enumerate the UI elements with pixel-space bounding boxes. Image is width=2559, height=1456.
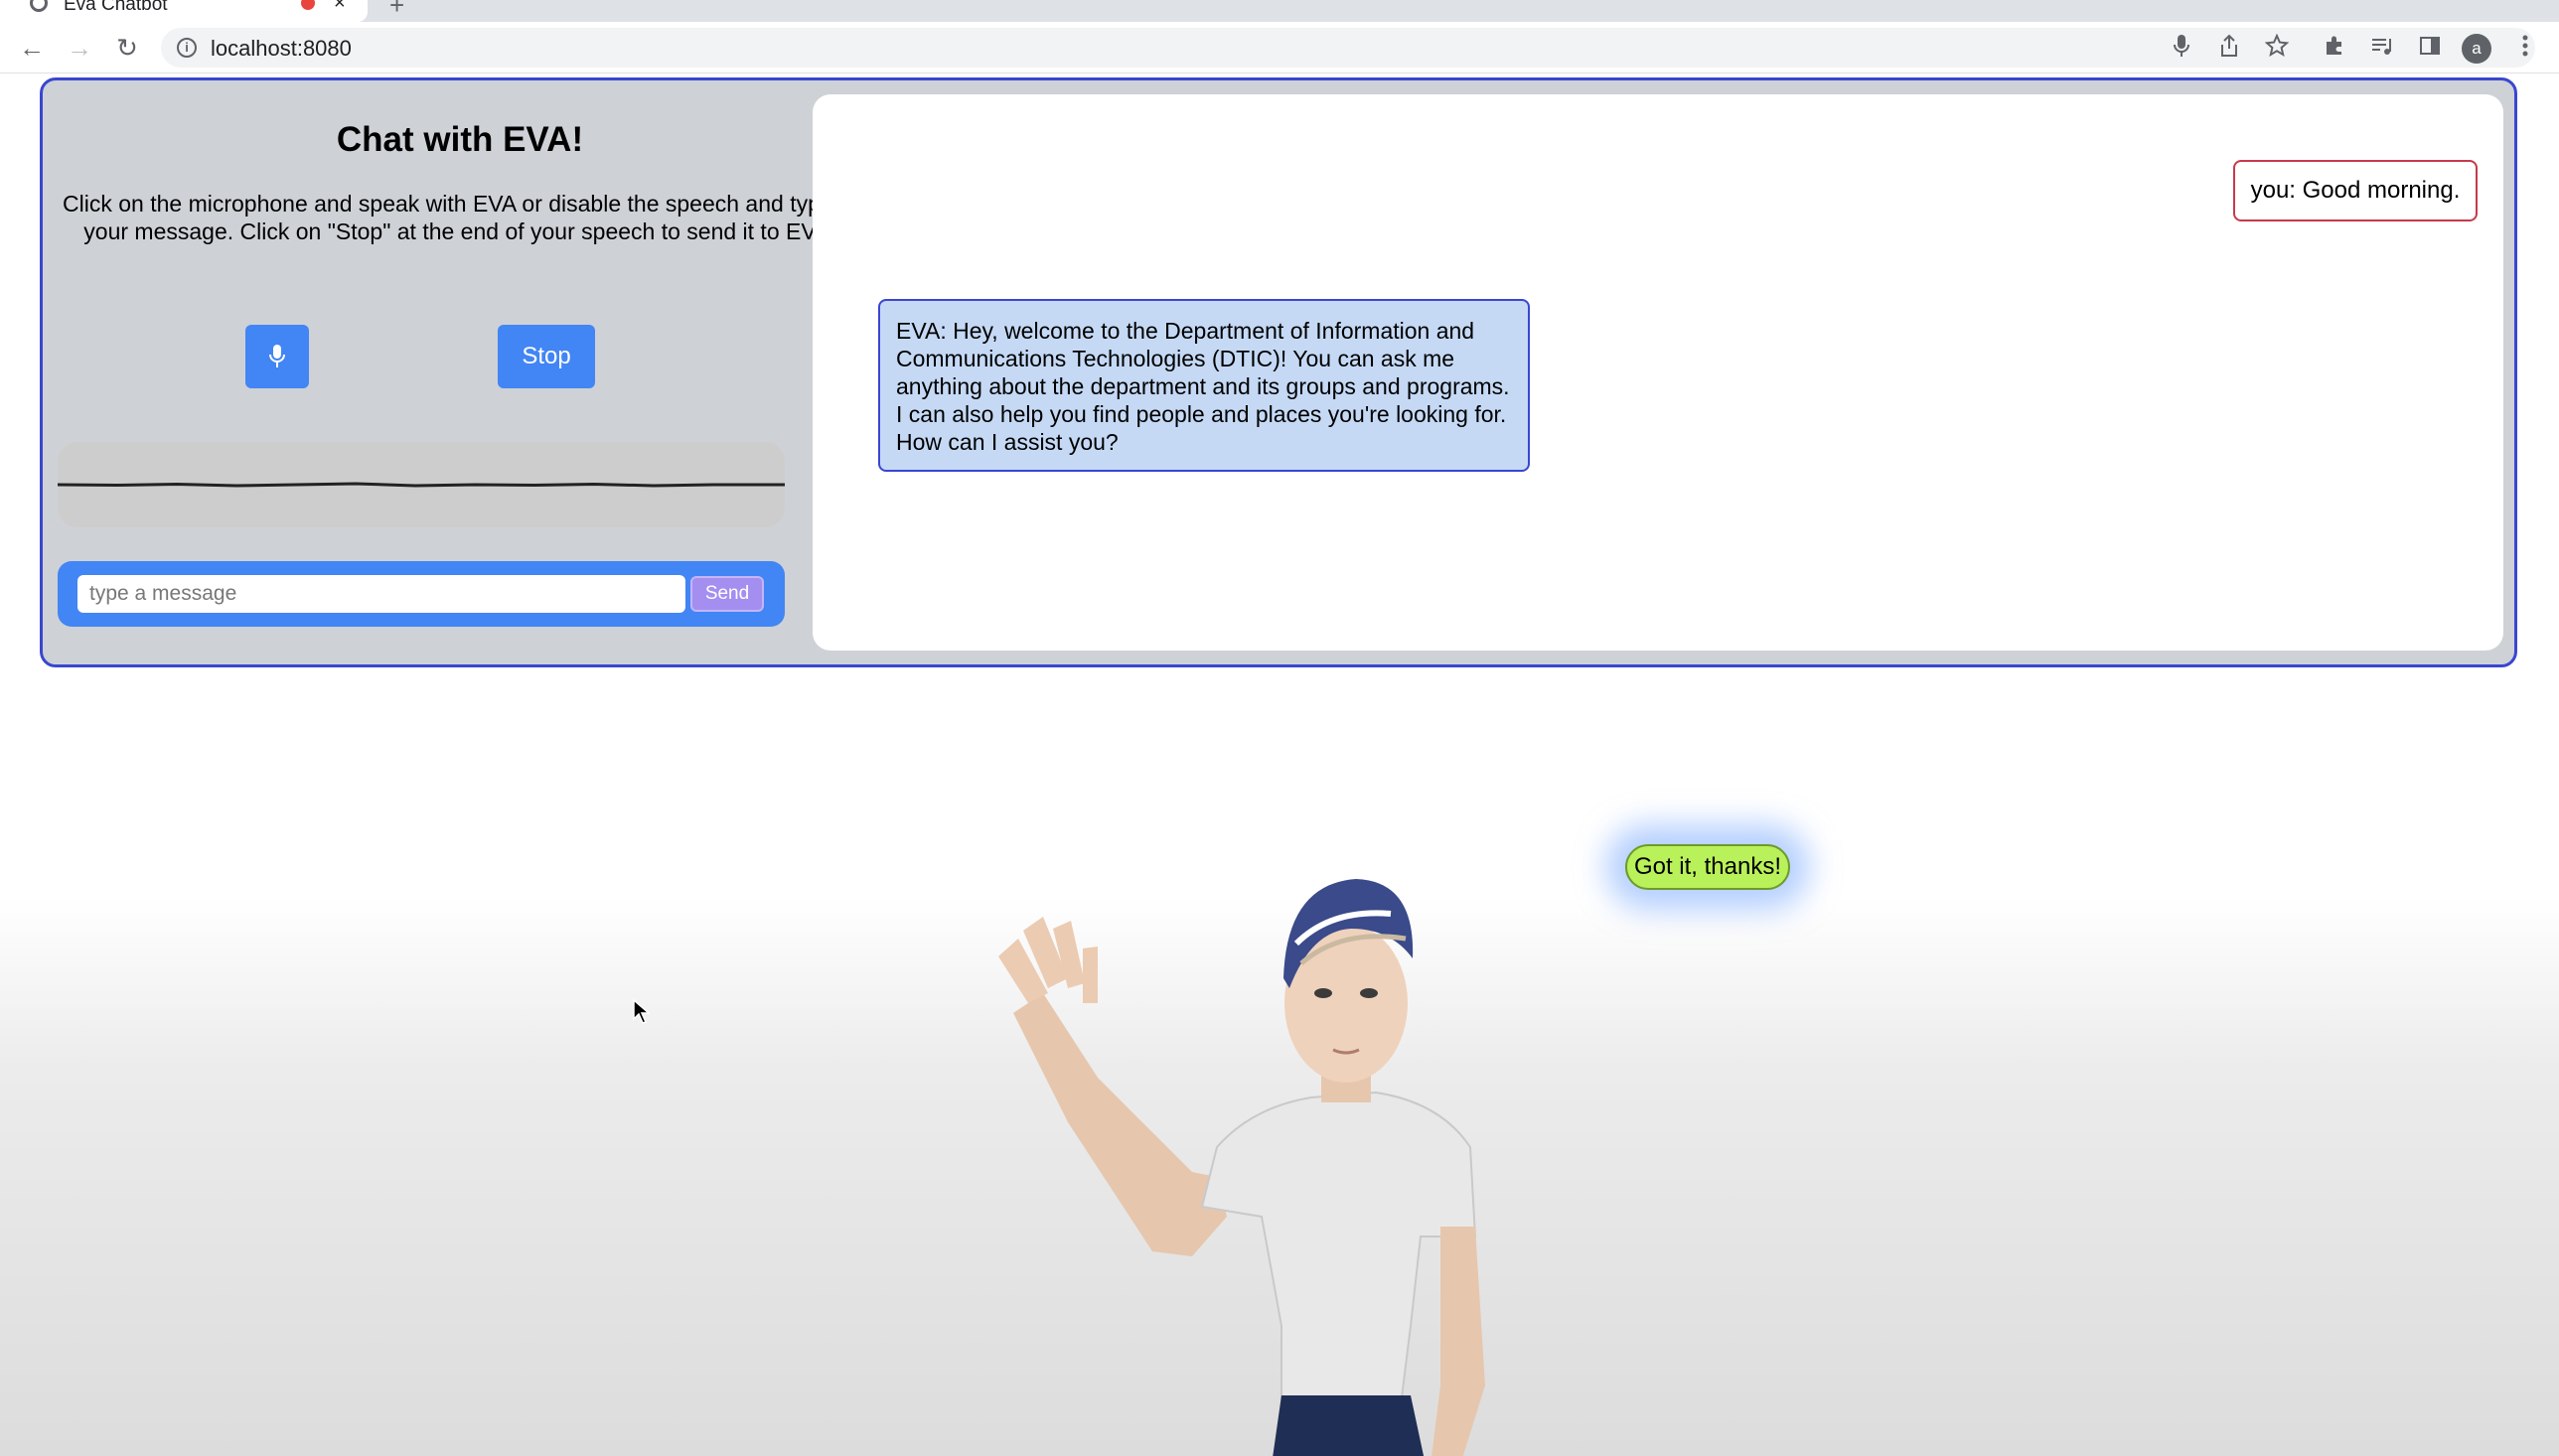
stop-button[interactable]: Stop [498, 325, 595, 388]
reload-icon[interactable]: ↻ [111, 32, 143, 64]
browser-tab-strip: Eva Chatbot × + [0, 0, 2559, 22]
tab-close-icon[interactable]: × [334, 0, 346, 15]
share-icon[interactable] [2215, 34, 2243, 62]
mouse-cursor-icon [633, 999, 651, 1024]
microphone-icon[interactable] [2168, 34, 2195, 62]
eva-message-bubble: EVA: Hey, welcome to the Department of I… [878, 299, 1530, 472]
microphone-button[interactable] [245, 325, 309, 388]
avatar-speech-bubble: Got it, thanks! [1625, 844, 1790, 890]
user-message-bubble: you: Good morning. [2233, 160, 2478, 221]
recording-indicator-icon [301, 0, 315, 10]
back-icon[interactable]: ← [16, 32, 48, 64]
message-input[interactable] [77, 575, 685, 613]
send-button[interactable]: Send [690, 576, 764, 612]
eva-avatar [998, 879, 1485, 1456]
chat-panel: Chat with EVA! Click on the microphone a… [40, 77, 2517, 667]
new-tab-button[interactable]: + [389, 0, 404, 21]
browser-toolbar: ← → ↻ i localhost:8080 a [0, 22, 2559, 73]
page-title: Chat with EVA! [336, 120, 584, 159]
browser-tab[interactable]: Eva Chatbot × [0, 0, 368, 22]
chat-messages-area: you: Good morning. EVA: Hey, welcome to … [813, 94, 2503, 651]
page-viewport: Chat with EVA! Click on the microphone a… [0, 74, 2559, 1456]
extensions-icon[interactable] [2321, 34, 2348, 62]
message-input-bar: Send [58, 561, 785, 627]
media-controls-icon[interactable] [2368, 34, 2396, 62]
tab-favicon-icon [30, 0, 48, 12]
bookmark-star-icon[interactable] [2263, 33, 2291, 62]
site-info-icon[interactable]: i [177, 38, 197, 58]
menu-kebab-icon[interactable] [2511, 34, 2539, 62]
profile-avatar[interactable]: a [2462, 34, 2491, 64]
url-text[interactable]: localhost:8080 [211, 36, 352, 62]
side-panel-icon[interactable] [2416, 34, 2444, 62]
tab-title: Eva Chatbot [64, 0, 168, 15]
forward-icon[interactable]: → [64, 32, 95, 64]
instructions-text: Click on the microphone and speak with E… [63, 191, 857, 244]
audio-waveform [58, 442, 785, 527]
microphone-icon [269, 345, 285, 367]
